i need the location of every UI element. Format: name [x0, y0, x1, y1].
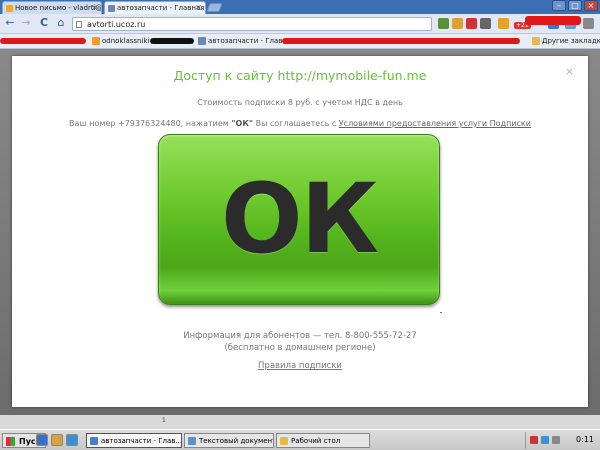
extension-adblock-icon[interactable]	[466, 18, 477, 29]
subscription-price: Стоимость подписки 8 руб. с учетом НДС в…	[197, 98, 403, 107]
terms-prefix: Ваш номер +79376324480, нажатием	[69, 119, 232, 128]
windows-taskbar: Пуск автозапчасти - Глав... Текстовый до…	[0, 429, 600, 450]
notepad-icon	[188, 437, 196, 445]
windows-flag-icon	[6, 437, 15, 446]
site-favicon-icon	[108, 5, 115, 12]
ok-button-label: ОК	[220, 163, 379, 275]
page-bottom-strip: 1	[0, 415, 600, 429]
redaction-scribble	[150, 38, 194, 44]
system-tray: 0:11	[525, 432, 600, 449]
browser-toolbar: ← → C ⌂ +21	[0, 14, 600, 34]
quicklaunch-desktop-icon[interactable]	[36, 434, 48, 446]
extension-z-icon[interactable]	[498, 18, 509, 29]
settings-wrench-icon[interactable]	[583, 18, 594, 29]
taskbar-item-notepad[interactable]: Текстовый документ.t...	[184, 433, 274, 448]
subscription-rules-link[interactable]: Правила подписки	[12, 361, 588, 371]
terms-ok-word: "ОК"	[231, 119, 254, 128]
taskbar-item-desktop[interactable]: Рабочий стол	[276, 433, 370, 448]
odnoklassniki-icon	[92, 37, 100, 45]
bookmark-label: odnoklassniki	[102, 37, 150, 45]
browser-tab-strip: Новое письмо - vladrti@mai... × автозапч…	[0, 0, 600, 14]
site-favicon-icon	[198, 37, 206, 45]
home-button[interactable]: ⌂	[54, 16, 68, 30]
back-button[interactable]: ←	[3, 16, 17, 30]
extension-star-icon[interactable]	[452, 18, 463, 29]
redaction-scribble	[0, 38, 86, 44]
bookmark-label: автозапчасти - Главн...	[208, 37, 294, 45]
other-bookmarks[interactable]: Другие закладки	[532, 37, 600, 46]
bookmarks-bar: odnoklassniki автозапчасти - Главн... Др…	[0, 34, 600, 49]
antivirus-icon[interactable]	[530, 436, 538, 444]
quicklaunch-folder-icon[interactable]	[51, 434, 63, 446]
tab-new-email[interactable]: Новое письмо - vladrti@mai... ×	[2, 1, 102, 14]
tab-label: автозапчасти - Главная стр	[117, 4, 205, 12]
system-clock: 0:11	[576, 435, 594, 444]
volume-icon[interactable]	[552, 436, 560, 444]
forward-button[interactable]: →	[19, 16, 33, 30]
desktop-folder-icon	[280, 437, 288, 445]
page-tail-number: 1	[162, 417, 166, 424]
terms-statement: Ваш номер +79376324480, нажатием "ОК" Вы…	[12, 119, 588, 128]
extension-wrench-icon[interactable]	[480, 18, 491, 29]
network-icon[interactable]	[541, 436, 549, 444]
bookmark-odnoklassniki[interactable]: odnoklassniki	[92, 37, 149, 46]
new-tab-button[interactable]	[206, 3, 223, 12]
redaction-scribble	[282, 38, 520, 44]
tab-close-icon[interactable]: ×	[91, 2, 98, 14]
info-free-line: (бесплатно в домашнем регионе)	[224, 343, 376, 353]
bookmark-avtozapchasti[interactable]: автозапчасти - Главн...	[198, 37, 294, 46]
redaction-scribble	[525, 16, 581, 25]
page-viewport: 1 × Доступ к сайту http://mymobile-fun.m…	[0, 49, 600, 429]
modal-title: Доступ к сайту http://mymobile-fun.me	[173, 68, 427, 83]
folder-icon	[532, 37, 540, 45]
mail-icon	[6, 5, 13, 12]
subscription-modal: × Доступ к сайту http://mymobile-fun.me …	[12, 56, 588, 407]
window-controls: – □ ×	[552, 0, 598, 11]
other-bookmarks-label: Другие закладки	[542, 37, 600, 45]
tab-avtozapchasti[interactable]: автозапчасти - Главная стр ×	[104, 1, 206, 14]
minimize-button[interactable]: –	[552, 0, 566, 11]
page-icon	[76, 21, 82, 28]
taskbar-item-label: Рабочий стол	[291, 437, 341, 445]
url-input[interactable]	[87, 18, 387, 30]
taskbar-item-browser[interactable]: автозапчасти - Глав...	[86, 433, 182, 448]
ok-button[interactable]: ОК	[158, 134, 440, 305]
taskbar-item-label: автозапчасти - Глав...	[101, 437, 182, 445]
terms-middle: Вы соглашаетесь с	[253, 119, 339, 128]
address-bar[interactable]	[72, 17, 432, 31]
taskbar-item-label: Текстовый документ.t...	[199, 437, 273, 445]
tab-label: Новое письмо - vladrti@mai...	[15, 4, 102, 12]
subscriber-info: Информация для абонентов — тел. 8-800-55…	[12, 330, 588, 354]
decorative-dot	[440, 312, 442, 313]
terms-link[interactable]: Условиями предоставления услуги Подписки	[339, 119, 531, 128]
window-close-button[interactable]: ×	[584, 0, 598, 11]
reload-button[interactable]: C	[37, 16, 51, 30]
extension-grid-icon[interactable]	[438, 18, 449, 29]
info-phone-line: Информация для абонентов — тел. 8-800-55…	[183, 331, 417, 341]
maximize-button[interactable]: □	[568, 0, 582, 11]
tab-close-icon[interactable]: ×	[195, 2, 202, 14]
chrome-icon	[90, 437, 98, 445]
quicklaunch-ie-icon[interactable]	[66, 434, 78, 446]
